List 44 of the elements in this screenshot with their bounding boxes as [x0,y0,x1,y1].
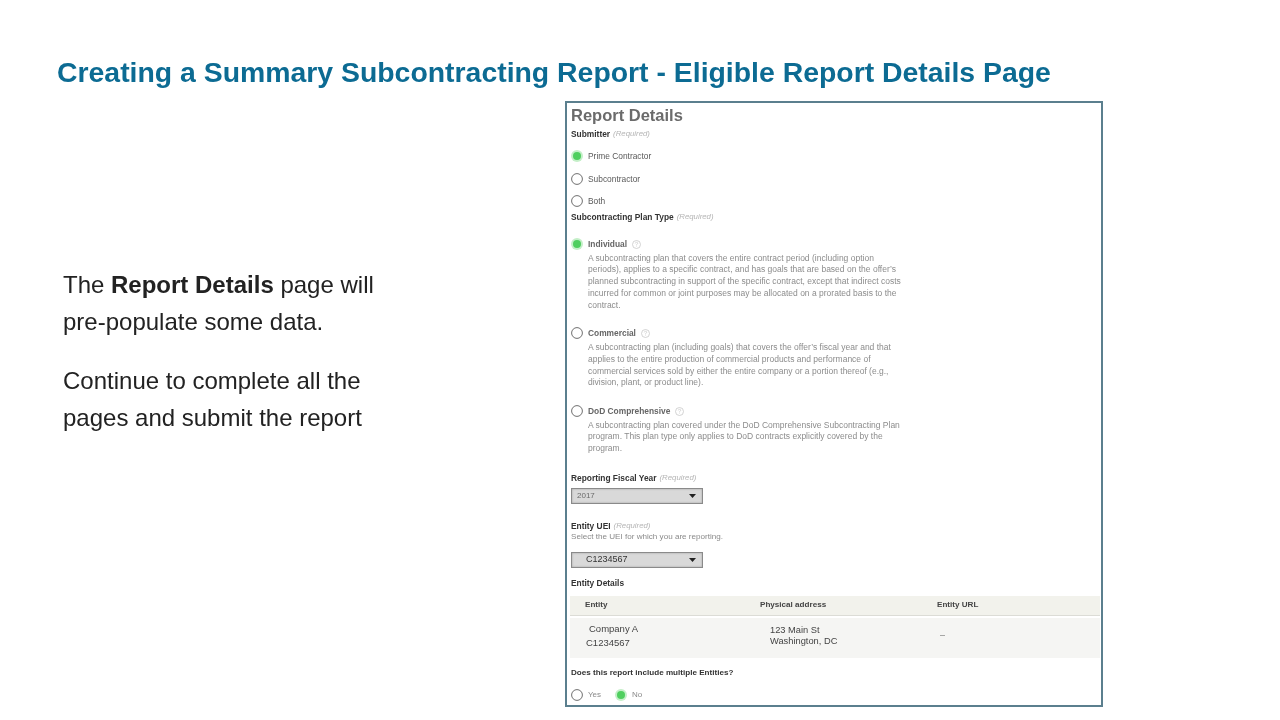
entity-url-cell: – [940,630,945,641]
fiscal-year-label: Reporting Fiscal Year [571,473,657,484]
entity-name-cell: Company A [589,623,639,636]
radio-label[interactable]: Both [588,196,606,206]
address-cell-text: 123 Main St Washington, DC [770,625,839,648]
plan-type-label: Subcontracting Plan Type [571,212,674,222]
entity-details-label: Entity Details [571,578,625,589]
radio-empty-icon[interactable] [571,327,583,340]
radio-label[interactable]: Commercial [588,328,636,339]
radio-empty-icon[interactable] [571,689,583,702]
radio-label[interactable]: No [632,690,643,701]
radio-label[interactable]: Individual [588,239,628,249]
plan-type-description: A subcontracting plan that covers the entire contract period (including option periods), applies to a specific contract, and has goals that are based on the offer’s planned subcontracting in support of the specific contract, except that indirect costs incurred for common or joint purposes may be allocated on a prorated basis to the contract. [588,252,902,312]
entity-uei-label: Entity UEI [571,521,611,532]
radio-empty-icon[interactable] [571,405,583,418]
radio-label[interactable]: Prime Contractor [588,151,652,161]
entity-uei-select[interactable]: C1234567 [571,552,703,569]
fiscal-year-select[interactable]: 2017 [571,488,703,505]
plan-type-description: A subcontracting plan (including goals) that covers the offer’s fiscal year and that applies to the entire production of commercial products and performance of commercial services sold by either the entire company or a portion thereof (e.g., division, plant, or product line). [588,342,892,390]
column-header: Physical address [759,599,828,612]
radio-label[interactable]: Subcontractor [588,173,641,184]
radio-label[interactable]: Yes [588,690,602,701]
caret-down-icon [689,558,696,563]
radio-selected-icon[interactable] [615,689,628,702]
slide-paragraph: The Report Details page will pre-populate some data. [63,270,375,337]
slide-paragraph: Continue to complete all the pages and submit the report [63,366,363,433]
submitter-label: Submitter [571,129,611,139]
radio-selected-icon[interactable] [571,150,583,162]
entity-uei-hint: Select the UEI for which you are reporting. [571,532,724,543]
radio-selected-icon[interactable] [571,238,583,250]
radio-label[interactable]: DoD Comprehensive [588,406,671,417]
radio-empty-icon[interactable] [571,195,583,207]
caret-down-icon [689,494,696,499]
help-icon[interactable] [640,329,650,338]
report-details-heading: Report Details [571,106,683,124]
column-header: Entity URL [936,599,980,612]
slide-title: Creating a Summary Subcontracting Report - Eligible Report Details Page [57,55,1051,89]
help-icon[interactable] [675,406,685,416]
column-header: Entity [584,599,609,612]
plan-type-description: A subcontracting plan covered under the DoD Comprehensive Subcontracting Plan program. This plan type only applies to DoD contracts explicitly covered by the program. [588,419,901,456]
entity-uei-cell: C1234567 [586,637,630,650]
help-icon[interactable] [632,239,642,249]
radio-empty-icon[interactable] [571,172,583,185]
multiple-entities-question: Does this report include multiple Entities? [571,668,734,679]
